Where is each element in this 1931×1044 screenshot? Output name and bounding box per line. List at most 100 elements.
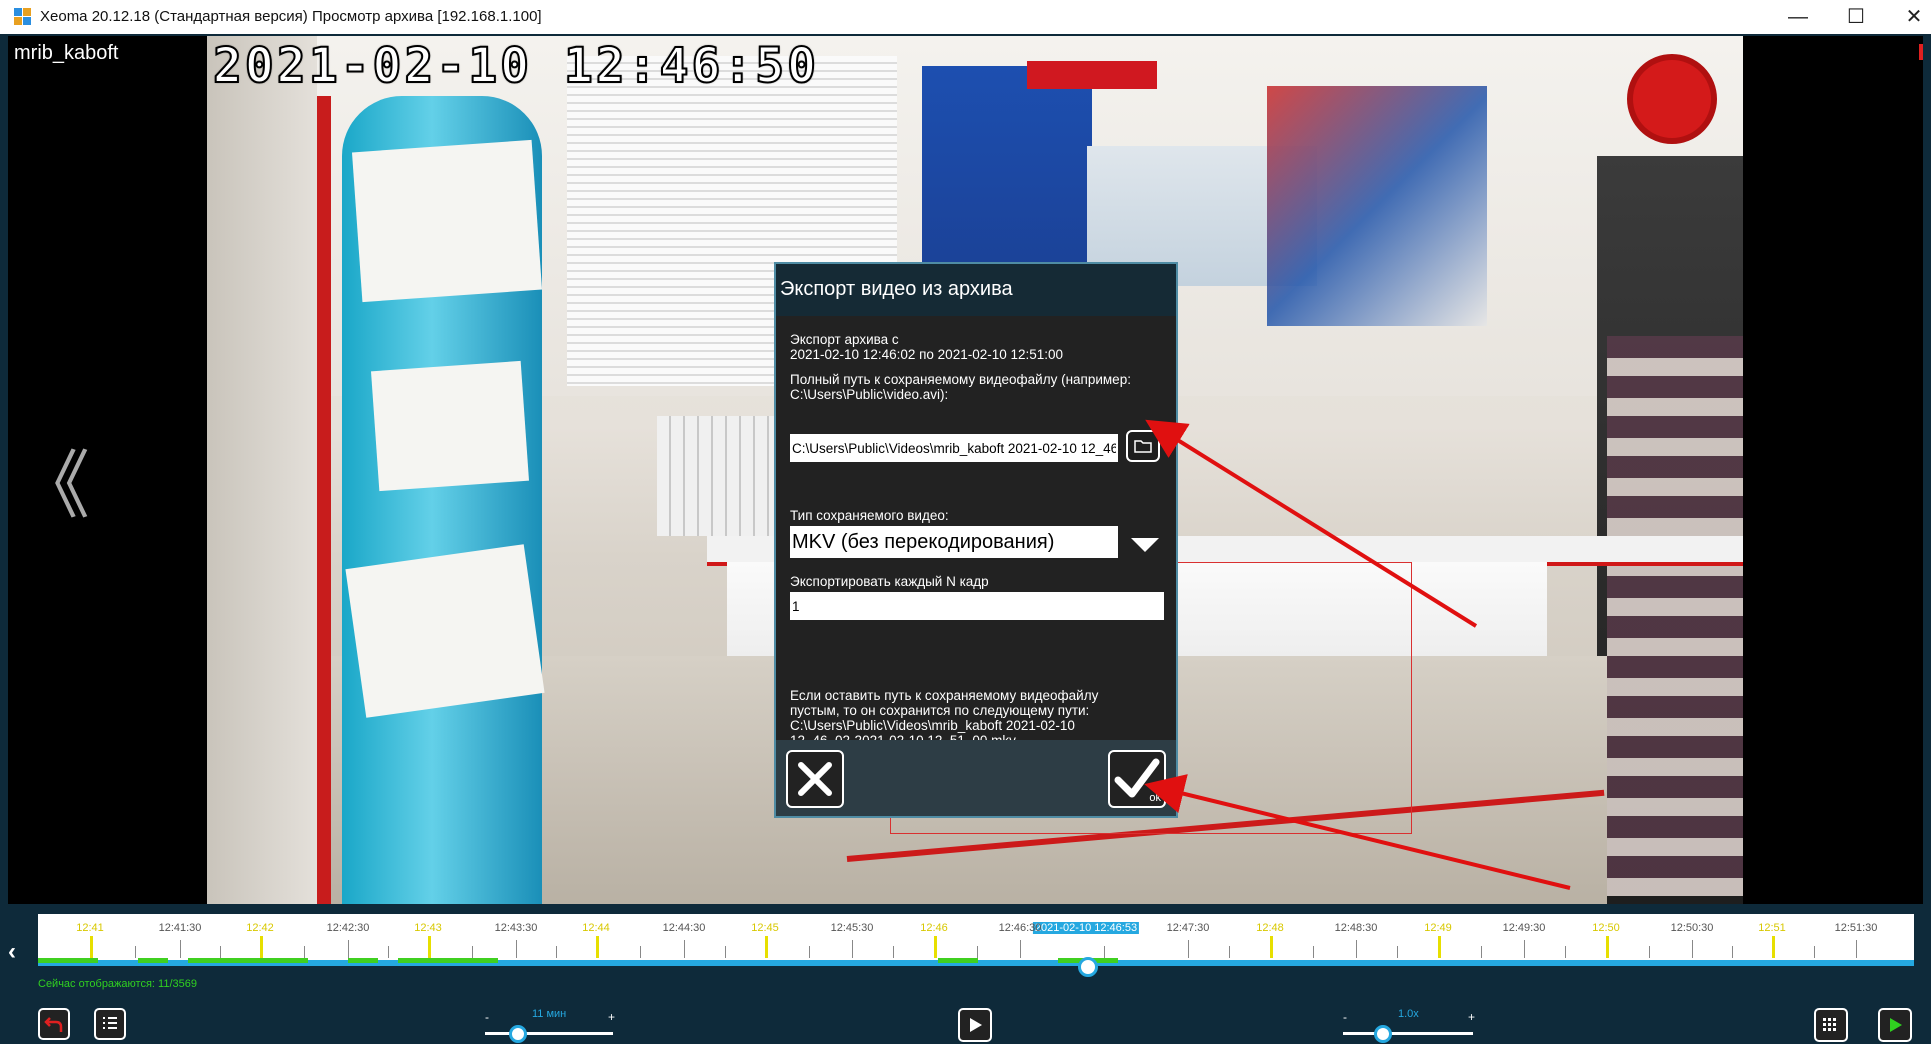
play-icon: [970, 1018, 982, 1032]
speed-plus[interactable]: +: [1468, 1010, 1475, 1024]
timeline-tick: [1356, 940, 1357, 958]
timeline-tick: [516, 940, 517, 958]
recording-segment: [398, 958, 498, 963]
timeline-major-tick: [1270, 936, 1273, 958]
current-time-label: 2021-02-10 12:46:53: [1032, 922, 1140, 934]
timeline-tick: [684, 940, 685, 958]
recording-segment: [188, 958, 308, 963]
minimize-button[interactable]: —: [1778, 4, 1818, 30]
scale-slider-knob[interactable]: [509, 1025, 527, 1043]
wall-clock: [1627, 54, 1717, 144]
timeline-minor-tick: [725, 946, 726, 958]
live-play-button[interactable]: [1878, 1008, 1912, 1042]
keypad-icon: [1823, 1018, 1836, 1031]
timeline-tick-label: 12:41: [76, 922, 104, 934]
title-bar: Xeoma 20.12.18 (Стандартная версия) Прос…: [0, 0, 1931, 34]
timeline-tick-label: 12:51:30: [1834, 922, 1878, 934]
timeline-major-tick: [934, 936, 937, 958]
timeline-tick: [180, 940, 181, 958]
frame-interval-label: Экспортировать каждый N кадр: [790, 574, 989, 589]
timeline-minor-tick: [220, 946, 221, 958]
timeline-major-tick: [596, 936, 599, 958]
default-path-note: Если оставить путь к сохраняемому видеоф…: [790, 688, 1099, 748]
recording-segment: [938, 958, 978, 963]
red-pillar: [317, 96, 331, 904]
speed-slider-knob[interactable]: [1374, 1025, 1392, 1043]
export-range-label: Экспорт архива с 2021-02-10 12:46:02 по …: [790, 332, 1064, 362]
timeline-strip[interactable]: 2021-02-10 12:46:53 12:41 12:41:30 12:42 12…: [38, 914, 1914, 977]
timeline-minor-tick: [640, 946, 641, 958]
dropdown-arrow-icon[interactable]: [1131, 538, 1159, 552]
timeline-tick-label: 12:46:30: [998, 922, 1042, 934]
frame-interval-input[interactable]: [790, 592, 1164, 620]
timeline-tick-label: 12:45: [751, 922, 779, 934]
timeline-minor-tick: [304, 946, 305, 958]
timeline-minor-tick: [556, 946, 557, 958]
browse-folder-button[interactable]: [1126, 430, 1160, 462]
timeline-major-tick: [1606, 936, 1609, 958]
timeline-tick-label: 12:42: [246, 922, 274, 934]
timeline-tick-label: 12:50:30: [1670, 922, 1714, 934]
folder-icon: [1134, 440, 1152, 453]
timeline-tick: [1020, 940, 1021, 958]
video-timestamp: 2021-02-10 12:46:50: [212, 37, 820, 95]
timeline-tick-label: 12:42:30: [326, 922, 370, 934]
timeline-tick-label: 12:43:30: [494, 922, 538, 934]
timeline-minor-tick: [1313, 946, 1314, 958]
timeline-minor-tick: [1229, 946, 1230, 958]
timeline-minor-tick: [472, 946, 473, 958]
timeline-tick-label: 12:49: [1424, 922, 1452, 934]
close-window-button[interactable]: ✕: [1894, 4, 1931, 30]
tower-sign-top: [351, 139, 543, 303]
previous-camera-arrow-icon[interactable]: 《: [16, 426, 90, 533]
scale-plus[interactable]: +: [608, 1010, 615, 1024]
close-icon: [798, 762, 832, 796]
back-button[interactable]: [38, 1008, 70, 1040]
timeline-minor-tick: [1397, 946, 1398, 958]
timeline-tick-label: 12:46: [920, 922, 948, 934]
timeline-minor-tick: [1814, 946, 1815, 958]
timeline-tick: [1692, 940, 1693, 958]
timeline-scroll-left[interactable]: ‹: [8, 938, 16, 966]
timeline-minor-tick: [1104, 946, 1105, 958]
scale-minus[interactable]: -: [485, 1010, 489, 1024]
cancel-button[interactable]: [786, 750, 844, 808]
dialog-body: Экспорт архива с 2021-02-10 12:46:02 по …: [776, 316, 1176, 748]
timeline-minor-tick: [135, 946, 136, 958]
recording-segment: [348, 958, 378, 963]
timeline-tick-label: 12:44: [582, 922, 610, 934]
timeline-playhead[interactable]: [1078, 957, 1098, 977]
timeline-tick-label: 12:49:30: [1502, 922, 1546, 934]
video-type-select[interactable]: MKV (без перекодирования): [790, 526, 1118, 558]
recording-segment: [138, 958, 168, 963]
timeline-tick-label: 12:47:30: [1166, 922, 1210, 934]
ok-small-label: ok: [1149, 792, 1161, 804]
timeline-tick-label: 12:48: [1256, 922, 1284, 934]
file-path-input[interactable]: [790, 434, 1118, 462]
speed-minus[interactable]: -: [1343, 1010, 1347, 1024]
list-icon: [103, 1017, 117, 1029]
timeline-major-tick: [90, 936, 93, 958]
timeline-minor-tick: [1565, 946, 1566, 958]
recording-indicator: [1919, 44, 1923, 60]
promo-banner: [1027, 61, 1157, 89]
maximize-button[interactable]: ☐: [1836, 4, 1876, 30]
file-path-label: Полный путь к сохраняемому видеофайлу (н…: [790, 372, 1131, 402]
list-button[interactable]: [94, 1008, 126, 1040]
play-button[interactable]: [958, 1008, 992, 1042]
timeline-major-tick: [1772, 936, 1775, 958]
speed-slider-track[interactable]: [1343, 1032, 1473, 1035]
xeoma-logo-icon: [14, 8, 32, 26]
video-type-label: Тип сохраняемого видео:: [790, 508, 949, 523]
scale-slider-track[interactable]: [485, 1032, 613, 1035]
sunglasses-rack: [1607, 336, 1743, 896]
tower-sign-low: [345, 544, 545, 718]
timeline-minor-tick: [1649, 946, 1650, 958]
timeline-minor-tick: [809, 946, 810, 958]
keypad-button[interactable]: [1814, 1008, 1848, 1042]
timeline-minor-tick: [1732, 946, 1733, 958]
speed-label: 1.0x: [1398, 1008, 1419, 1020]
green-play-icon: [1890, 1018, 1902, 1032]
dialog-title: Экспорт видео из архива: [780, 278, 1013, 300]
ok-button[interactable]: ok: [1108, 750, 1166, 808]
